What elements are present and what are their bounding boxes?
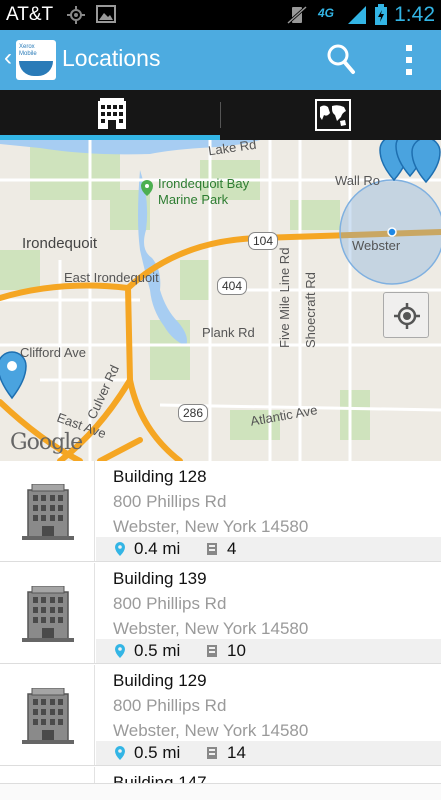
route-shield-286: 286 bbox=[178, 404, 209, 422]
status-bar: AT&T 4G 1:42 bbox=[0, 0, 441, 30]
map-pin-cluster[interactable] bbox=[379, 140, 441, 184]
printer-count-icon bbox=[206, 746, 218, 765]
my-location-button[interactable] bbox=[383, 292, 429, 338]
list-item[interactable]: Building 129 800 Phillips Rd Webster, Ne… bbox=[0, 665, 441, 766]
vibrate-off-icon bbox=[286, 5, 308, 30]
printer-count-icon bbox=[206, 644, 218, 663]
location-address-line2: Webster, New York 14580 bbox=[113, 619, 309, 638]
location-address-line1: 800 Phillips Rd bbox=[113, 696, 227, 715]
route-shield-104: 104 bbox=[248, 232, 279, 250]
location-distance: 0.5 mi bbox=[134, 743, 181, 762]
overflow-menu-icon[interactable] bbox=[403, 44, 415, 81]
search-icon[interactable] bbox=[326, 42, 356, 81]
map-label-plank-rd: Plank Rd bbox=[202, 325, 255, 340]
printer-count-icon bbox=[206, 542, 218, 561]
office-building-icon bbox=[22, 687, 74, 749]
map-label-shoecraft: Shoecraft Rd bbox=[303, 272, 318, 348]
location-device-count: 4 bbox=[227, 539, 237, 558]
location-name: Building 129 bbox=[113, 671, 207, 690]
gps-icon bbox=[66, 5, 86, 30]
list-item[interactable]: Building 128 800 Phillips Rd Webster, Ne… bbox=[0, 461, 441, 562]
list-bottom-edge bbox=[0, 783, 441, 800]
action-bar: ‹ Xerox Mobile Locations bbox=[0, 30, 441, 90]
location-address-line1: 800 Phillips Rd bbox=[113, 492, 227, 511]
carrier-label: AT&T bbox=[6, 4, 54, 25]
distance-pin-icon bbox=[115, 644, 125, 663]
location-address-line1: 800 Phillips Rd bbox=[113, 594, 227, 613]
location-address-line2: Webster, New York 14580 bbox=[113, 517, 309, 536]
map-view[interactable]: Lake Rd Wall Ro Irondequoit Bay Marine P… bbox=[0, 140, 441, 461]
map-icon bbox=[315, 99, 351, 136]
map-label-wall-rd: Wall Ro bbox=[335, 173, 381, 188]
location-name: Building 128 bbox=[113, 467, 207, 486]
map-label-marina-2: Marine Park bbox=[158, 192, 229, 207]
logo-text-mobile: Mobile bbox=[19, 51, 37, 57]
locations-list[interactable]: Building 128 800 Phillips Rd Webster, Ne… bbox=[0, 461, 441, 800]
distance-pin-icon bbox=[115, 542, 125, 561]
map-label-east-irondequoit: East Irondequoit bbox=[64, 270, 159, 285]
map-label-marina-1: Irondequoit Bay bbox=[158, 176, 250, 191]
location-distance: 0.4 mi bbox=[134, 539, 181, 558]
distance-pin-icon bbox=[115, 746, 125, 765]
signal-icon bbox=[346, 5, 368, 30]
network-type-label: 4G bbox=[318, 6, 335, 20]
map-label-irondequoit: Irondequoit bbox=[22, 235, 98, 252]
logo-text-xerox: Xerox bbox=[19, 44, 35, 50]
location-device-count: 14 bbox=[227, 743, 246, 762]
app-logo[interactable]: Xerox Mobile bbox=[16, 40, 56, 80]
office-building-icon bbox=[22, 483, 74, 545]
route-shield-404: 404 bbox=[217, 277, 248, 295]
list-item[interactable]: Building 139 800 Phillips Rd Webster, Ne… bbox=[0, 563, 441, 664]
list-item-thumbnail bbox=[0, 461, 95, 561]
map-label-clifford: Clifford Ave bbox=[20, 345, 87, 360]
picture-notification-icon bbox=[96, 5, 116, 28]
google-attribution: Google bbox=[10, 430, 83, 455]
location-address-line2: Webster, New York 14580 bbox=[113, 721, 309, 740]
location-name: Building 139 bbox=[113, 569, 207, 588]
list-item-thumbnail bbox=[0, 665, 95, 765]
list-item-thumbnail bbox=[0, 563, 95, 663]
location-meta-bar: 0.5 mi 14 bbox=[96, 741, 441, 765]
location-meta-bar: 0.4 mi 4 bbox=[96, 537, 441, 561]
up-caret-icon[interactable]: ‹ bbox=[4, 46, 12, 70]
map-label-five-mile: Five Mile Line Rd bbox=[277, 247, 292, 348]
location-distance: 0.5 mi bbox=[134, 641, 181, 660]
page-title: Locations bbox=[62, 45, 161, 71]
tab-buildings[interactable] bbox=[0, 90, 220, 140]
building-icon bbox=[95, 98, 129, 135]
location-device-count: 10 bbox=[227, 641, 246, 660]
tab-bar bbox=[0, 90, 441, 140]
map-label-webster: Webster bbox=[352, 238, 401, 253]
tab-map[interactable] bbox=[220, 90, 441, 140]
logo-envelope-icon bbox=[19, 61, 53, 76]
office-building-icon bbox=[22, 585, 74, 647]
tab-divider bbox=[220, 102, 221, 128]
clock: 1:42 bbox=[394, 3, 435, 26]
location-meta-bar: 0.5 mi 10 bbox=[96, 639, 441, 663]
battery-icon bbox=[374, 4, 388, 31]
